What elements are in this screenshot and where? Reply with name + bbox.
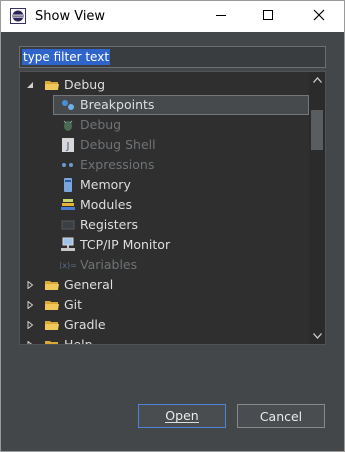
- tree-item-expressions[interactable]: Expressions: [20, 155, 309, 175]
- memory-icon: [60, 177, 76, 193]
- tree-item-label: Modules: [80, 197, 132, 212]
- expressions-icon: [60, 157, 76, 173]
- tree-item-general[interactable]: General: [20, 275, 309, 295]
- tree-item-label: Expressions: [80, 157, 155, 172]
- scrollbar-thumb[interactable]: [311, 110, 323, 150]
- open-button[interactable]: Open: [138, 404, 226, 428]
- tree-item-debug-shell[interactable]: J Debug Shell: [20, 135, 309, 155]
- tree-item-git[interactable]: Git: [20, 295, 309, 315]
- debug-icon: [60, 117, 76, 133]
- tree-item-modules[interactable]: Modules: [20, 195, 309, 215]
- tree-item-label: Debug Shell: [80, 137, 156, 152]
- tcpip-monitor-icon: [60, 237, 76, 253]
- maximize-icon: [262, 9, 274, 24]
- breakpoints-icon: [60, 97, 76, 113]
- tree-item-label: Git: [64, 297, 83, 312]
- tree-item-label: Debug: [64, 77, 106, 92]
- variables-icon: (x)=: [59, 257, 77, 273]
- scroll-down-icon[interactable]: [309, 328, 325, 344]
- folder-icon: [44, 297, 60, 313]
- tree-item-label: Gradle: [64, 317, 106, 332]
- maximize-button[interactable]: [245, 1, 291, 32]
- minimize-button[interactable]: [198, 1, 244, 32]
- close-button[interactable]: [296, 1, 342, 32]
- expanded-chevron-icon[interactable]: [24, 75, 36, 95]
- debug-shell-icon: J: [60, 137, 76, 153]
- tree-item-label: Debug: [80, 117, 122, 132]
- folder-icon: [44, 337, 60, 344]
- eclipse-icon: [10, 8, 26, 24]
- cancel-button[interactable]: Cancel: [237, 404, 325, 428]
- scroll-up-icon[interactable]: [309, 72, 325, 88]
- minimize-icon: [215, 9, 227, 24]
- close-icon: [313, 9, 325, 24]
- tree-item-registers[interactable]: Registers: [20, 215, 309, 235]
- tree-item-label: General: [64, 277, 114, 292]
- folder-icon: [44, 77, 60, 93]
- collapsed-chevron-icon[interactable]: [24, 275, 36, 295]
- tree-item-breakpoints[interactable]: Breakpoints: [53, 95, 309, 115]
- tree-item-debug-folder[interactable]: Debug: [20, 75, 309, 95]
- tree-item-label: Breakpoints: [80, 97, 155, 112]
- view-tree[interactable]: Debug Breakpoints Debug J Debug Shell Ex…: [19, 71, 326, 345]
- folder-icon: [44, 317, 60, 333]
- tree-item-gradle[interactable]: Gradle: [20, 315, 309, 335]
- tree-item-help[interactable]: Help: [20, 335, 309, 345]
- svg-text:(x)=: (x)=: [60, 261, 76, 270]
- collapsed-chevron-icon[interactable]: [24, 315, 36, 335]
- tree-item-debug-view[interactable]: Debug: [20, 115, 309, 135]
- tree-item-label: TCP/IP Monitor: [80, 237, 171, 252]
- filter-input[interactable]: type filter text: [19, 46, 326, 68]
- registers-icon: [60, 217, 76, 233]
- show-view-dialog: Show View type filter text Debug Breakpo…: [0, 0, 345, 452]
- tree-item-memory[interactable]: Memory: [20, 175, 309, 195]
- tree-item-label: Help: [64, 337, 93, 345]
- folder-icon: [44, 277, 60, 293]
- title-bar[interactable]: Show View: [1, 1, 344, 32]
- open-button-label: Open: [165, 408, 199, 423]
- cancel-button-label: Cancel: [259, 408, 303, 424]
- tree-scrollbar[interactable]: [309, 72, 325, 344]
- svg-text:J: J: [66, 141, 70, 152]
- tree-item-label: Registers: [80, 217, 138, 232]
- tree-item-label: Variables: [80, 257, 138, 272]
- window-title: Show View: [35, 9, 106, 24]
- collapsed-chevron-icon[interactable]: [24, 295, 36, 315]
- collapsed-chevron-icon[interactable]: [24, 335, 36, 344]
- tree-item-label: Memory: [80, 177, 131, 192]
- filter-text: type filter text: [22, 49, 111, 65]
- tree-item-tcpip-monitor[interactable]: TCP/IP Monitor: [20, 235, 309, 255]
- tree-item-variables[interactable]: (x)= Variables: [20, 255, 309, 275]
- modules-icon: [60, 197, 76, 213]
